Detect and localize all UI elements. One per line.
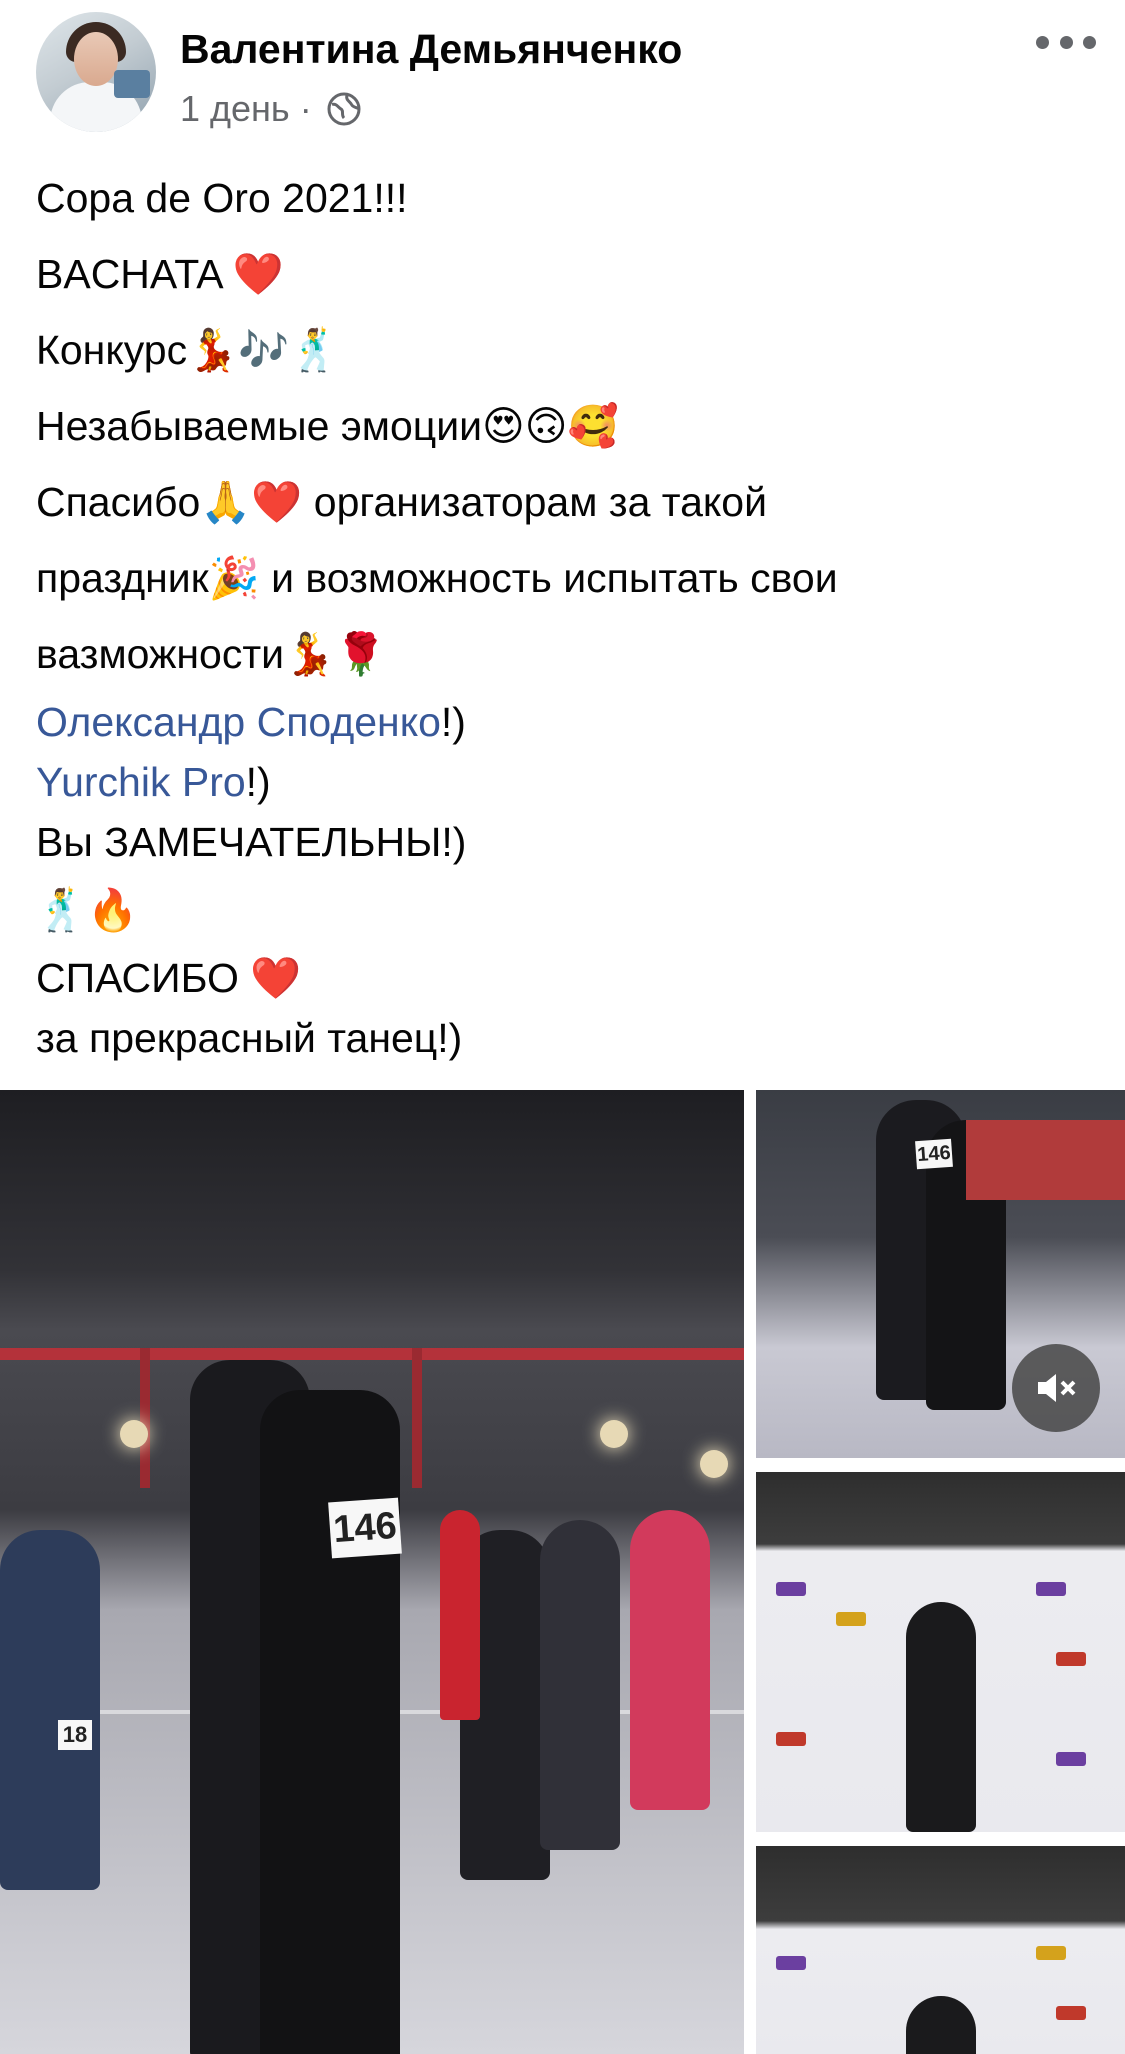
post-line: СПАСИБО ❤️ xyxy=(36,955,302,1001)
banner-logo xyxy=(776,1956,806,1970)
dancer-figure xyxy=(906,1602,976,1832)
dancer-figure xyxy=(540,1520,620,1850)
post-time[interactable]: 1 день xyxy=(180,88,290,130)
speaker-muted-icon[interactable] xyxy=(1012,1344,1100,1432)
dancer-figure xyxy=(260,1390,400,2054)
ceiling-lamp xyxy=(700,1450,728,1478)
dancer-figure xyxy=(630,1510,710,1810)
post-line: Yurchik Pro!) xyxy=(36,752,1096,812)
dancer-figure xyxy=(906,1996,976,2054)
post-line: праздник🎉 и возможность испытать свои xyxy=(36,555,838,601)
post-meta: 1 день · xyxy=(180,88,362,130)
banner-logo xyxy=(1056,1652,1086,1666)
mention-suffix: !) xyxy=(440,699,466,745)
banner-logo xyxy=(1036,1582,1066,1596)
post-line: BACHATA ❤️ xyxy=(36,251,284,297)
mention-suffix: !) xyxy=(245,759,271,805)
railing-post xyxy=(140,1348,150,1488)
banner-logo xyxy=(1036,1946,1066,1960)
post-line: Вы ЗАМЕЧАТЕЛЬНЫ!) xyxy=(36,819,467,865)
post-line: Спасибо🙏❤️ организаторам за такой xyxy=(36,479,768,525)
mention-link[interactable]: Yurchik Pro xyxy=(36,759,246,805)
main-photo[interactable]: 146 18 xyxy=(0,1090,744,2054)
post-line: Конкурс💃🎶🕺 xyxy=(36,327,341,373)
post-line: 🕺🔥 xyxy=(36,887,139,933)
balcony-railing xyxy=(0,1348,744,1360)
post-line: Copa de Oro 2021!!! xyxy=(36,175,408,221)
more-horizontal-icon[interactable] xyxy=(1036,30,1096,54)
more-dot xyxy=(1059,35,1073,49)
post-header: Валентина Демьянченко 1 день · xyxy=(0,0,1125,140)
railing-post xyxy=(412,1348,422,1488)
more-dot xyxy=(1036,35,1049,49)
side-photo[interactable] xyxy=(756,1472,1125,1832)
author-name[interactable]: Валентина Демьянченко xyxy=(180,26,682,73)
side-photo[interactable] xyxy=(756,1846,1125,2054)
avatar-screen xyxy=(114,70,150,98)
author-avatar[interactable] xyxy=(36,12,156,132)
competitor-number: 146 xyxy=(915,1138,953,1170)
post-line: Олександр Споденко!) xyxy=(36,692,1096,752)
post-text: Copa de Oro 2021!!! BACHATA ❤️ Конкурс💃🎶… xyxy=(36,160,1096,1068)
stage-banner xyxy=(966,1120,1125,1200)
ceiling-lamp xyxy=(120,1420,148,1448)
mention-link[interactable]: Олександр Споденко xyxy=(36,699,441,745)
ceiling-lamp xyxy=(600,1420,628,1448)
avatar-face xyxy=(74,32,118,86)
banner-logo xyxy=(776,1582,806,1596)
dancer-figure xyxy=(440,1510,480,1720)
dancer-figure xyxy=(0,1530,100,1890)
banner-logo xyxy=(836,1612,866,1626)
banner-logo xyxy=(1056,1752,1086,1766)
meta-separator: · xyxy=(299,88,312,129)
speaker-muted-glyph xyxy=(1038,1374,1076,1402)
competitor-number: 146 xyxy=(328,1497,402,1559)
more-dot xyxy=(1083,35,1096,49)
post-line: за прекрасный танец!) xyxy=(36,1015,463,1061)
globe-icon[interactable] xyxy=(326,91,362,127)
competitor-number: 18 xyxy=(58,1720,92,1750)
banner-logo xyxy=(1056,2006,1086,2020)
post-line: Незабываемые эмоции😍🙃🥰 xyxy=(36,403,619,449)
post-line: вазможности💃🌹 xyxy=(36,631,387,677)
banner-logo xyxy=(776,1732,806,1746)
